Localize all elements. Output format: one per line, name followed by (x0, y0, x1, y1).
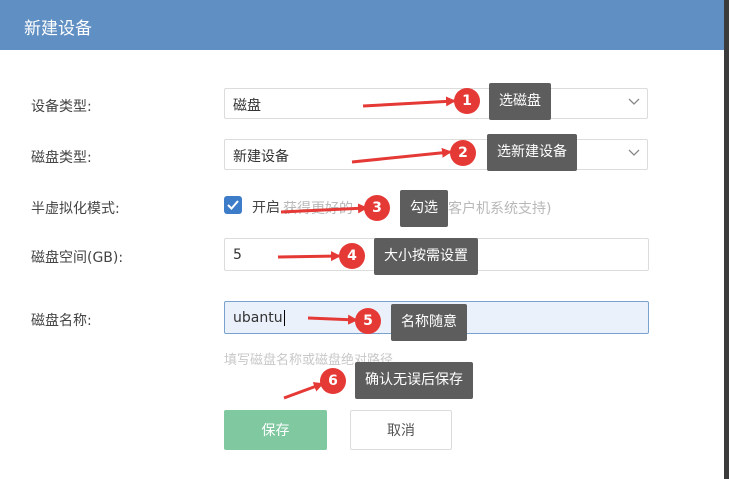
device-type-label: 设备类型: (31, 99, 92, 115)
semi-virtual-checkbox[interactable] (224, 196, 242, 214)
disk-type-select[interactable]: 新建设备 (224, 139, 648, 170)
dialog-header: 新建设备 (0, 0, 724, 50)
save-button[interactable]: 保存 (224, 410, 327, 450)
annotation-badge-4: 4 (339, 243, 365, 269)
dialog-title: 新建设备 (24, 19, 92, 39)
disk-space-value: 5 (233, 247, 242, 263)
annotation-callout-4: 大小按需设置 (374, 238, 478, 275)
annotation-callout-5: 名称随意 (391, 304, 467, 341)
cancel-button[interactable]: 取消 (350, 410, 452, 450)
disk-type-label: 磁盘类型: (31, 150, 92, 166)
chevron-down-icon (628, 149, 640, 156)
window-edge (724, 0, 729, 479)
annotation-badge-6: 6 (320, 368, 346, 394)
annotation-callout-6: 确认无误后保存 (355, 362, 473, 399)
device-type-value: 磁盘 (233, 98, 261, 114)
annotation-arrow-6 (283, 382, 324, 400)
chevron-down-icon (628, 98, 640, 105)
semi-virtual-label: 半虚拟化模式: (31, 201, 120, 217)
annotation-callout-1: 选磁盘 (489, 83, 551, 120)
annotation-callout-3: 勾选 (400, 190, 448, 227)
checkmark-icon (227, 200, 239, 210)
annotation-badge-1: 1 (454, 88, 480, 114)
disk-space-label: 磁盘空间(GB): (31, 250, 124, 266)
text-caret (283, 310, 285, 326)
semi-virtual-hint-left: 获得更好的 (283, 201, 353, 217)
semi-virtual-option-label: 开启 (252, 200, 280, 216)
annotation-callout-2: 选新建设备 (487, 134, 577, 171)
annotation-badge-2: 2 (450, 140, 476, 166)
disk-type-value: 新建设备 (233, 149, 289, 165)
disk-name-value: ubantu (233, 310, 285, 326)
semi-virtual-hint-right: 客户机系统支持) (448, 201, 552, 217)
annotation-badge-5: 5 (355, 308, 381, 334)
disk-name-label: 磁盘名称: (31, 313, 92, 329)
device-type-select[interactable]: 磁盘 (224, 88, 648, 119)
annotation-badge-3: 3 (364, 195, 390, 221)
